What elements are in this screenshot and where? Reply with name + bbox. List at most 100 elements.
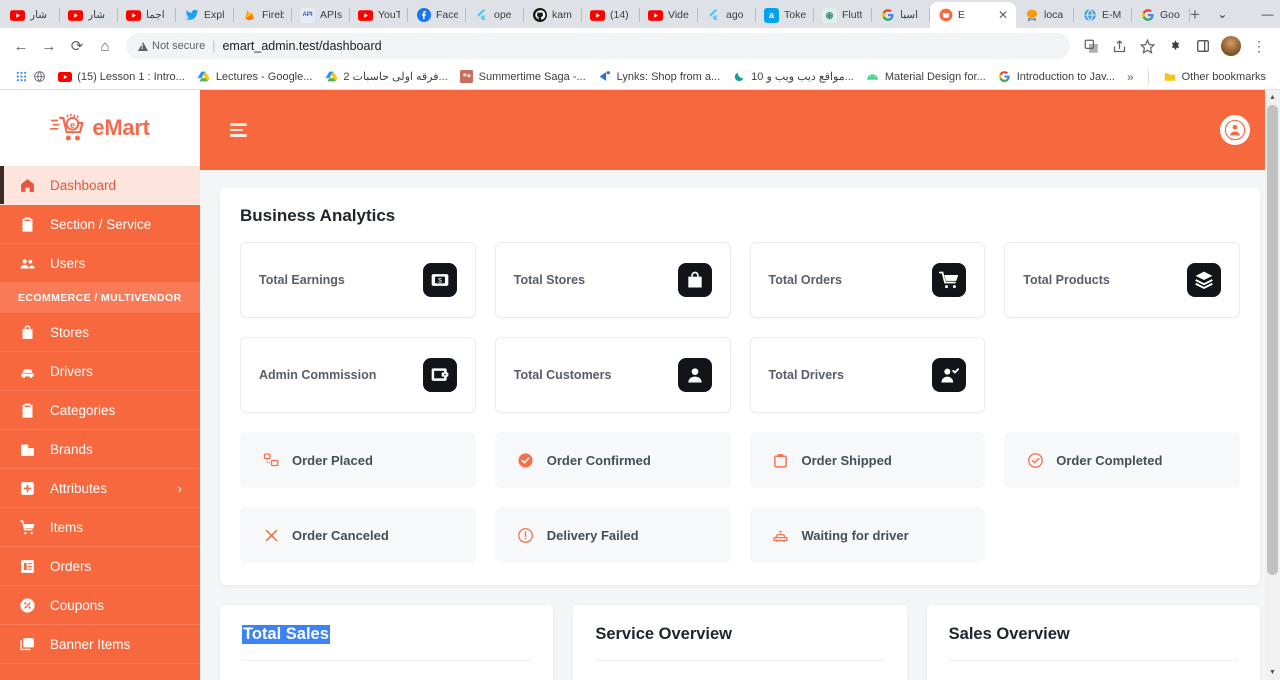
bookmark-star-icon[interactable]: [1134, 33, 1160, 59]
reload-button[interactable]: ⟳: [64, 33, 90, 59]
browser-tab[interactable]: ago: [698, 2, 756, 28]
browser-tab[interactable]: ◉ Flutt: [814, 2, 872, 28]
profile-avatar[interactable]: [1218, 33, 1244, 59]
stat-card[interactable]: Total Customers: [494, 337, 731, 413]
order-status-card[interactable]: Order Completed: [1004, 432, 1240, 488]
stat-card[interactable]: Total Products: [1004, 242, 1240, 318]
chrome-menu-kebab-icon[interactable]: ⋮: [1246, 33, 1272, 59]
not-secure-indicator[interactable]: Not secure: [138, 40, 205, 52]
browser-tab[interactable]: Expl: [176, 2, 234, 28]
tab-label: شار: [88, 9, 106, 21]
user-avatar-icon[interactable]: [1220, 115, 1250, 145]
sidebar-item-stores[interactable]: Stores: [0, 313, 200, 352]
cart-icon: [18, 518, 36, 536]
browser-tab[interactable]: (14): [582, 2, 640, 28]
flutter-icon: [474, 8, 489, 23]
forward-button[interactable]: →: [36, 33, 62, 59]
sidebar-item-attributes[interactable]: Attributes ›: [0, 469, 200, 508]
youtube-icon: [10, 8, 25, 23]
sidebar-item-items[interactable]: Items: [0, 508, 200, 547]
sidebar-item-dashboard[interactable]: Dashboard: [0, 166, 200, 205]
youtube-icon: [358, 8, 373, 23]
minimize-button[interactable]: —: [1245, 0, 1280, 28]
stat-card[interactable]: Total Orders: [749, 242, 986, 318]
bookmark-label: فرقه اولى حاسبات 2...: [343, 71, 448, 83]
translate-icon[interactable]: [1078, 33, 1104, 59]
share-icon[interactable]: [1106, 33, 1132, 59]
extensions-icon[interactable]: [1162, 33, 1188, 59]
sidebar-item-coupons[interactable]: Coupons: [0, 586, 200, 625]
other-bookmarks-folder[interactable]: Other bookmarks: [1157, 68, 1272, 86]
order-status-card[interactable]: Delivery Failed: [494, 507, 731, 563]
sidebar-item-drivers[interactable]: Drivers: [0, 352, 200, 391]
order-status-card[interactable]: Order Shipped: [749, 432, 986, 488]
tab-label: Fireb: [262, 9, 284, 21]
browser-tab[interactable]: ope: [466, 2, 524, 28]
stat-card[interactable]: Total Stores: [494, 242, 731, 318]
browser-tab[interactable]: pma loca: [1016, 2, 1074, 28]
page-scrollbar[interactable]: ▲ ▼: [1265, 90, 1280, 680]
browser-tab[interactable]: Goo: [1132, 2, 1190, 28]
scrollbar-track[interactable]: [1265, 105, 1280, 665]
bookmark-item[interactable]: Material Design for...: [860, 68, 992, 86]
back-button[interactable]: ←: [8, 33, 34, 59]
app-logo[interactable]: e eMart: [0, 90, 200, 166]
browser-tab[interactable]: شار: [2, 2, 60, 28]
browser-tab[interactable]: اسبا: [872, 2, 930, 28]
side-panel-icon[interactable]: [1190, 33, 1216, 59]
stat-card[interactable]: Total Earnings $: [240, 242, 476, 318]
order-status-card[interactable]: Waiting for driver: [749, 507, 986, 563]
browser-tab[interactable]: شار: [60, 2, 118, 28]
empty-slot: [1004, 507, 1240, 563]
bookmark-item[interactable]: Lectures - Google...: [191, 68, 319, 86]
apps-shortcut[interactable]: Apps: [8, 68, 26, 86]
browser-window: شار شار اجما Expl Fireb API APIs YouT Face ope kam…: [0, 0, 1280, 680]
bookmark-item[interactable]: 10 مواقع ديب ويب و...: [726, 68, 860, 86]
browser-tab[interactable]: Vide: [640, 2, 698, 28]
hamburger-icon[interactable]: [230, 123, 247, 137]
bookmark-item[interactable]: (15) Lesson 1 : Intro...: [52, 68, 191, 86]
github-icon: [532, 8, 547, 23]
bookmark-item[interactable]: Introduction to Jav...: [992, 68, 1121, 86]
browser-tab[interactable]: Face: [408, 2, 466, 28]
browser-tab[interactable]: اجما: [118, 2, 176, 28]
home-button[interactable]: ⌂: [92, 33, 118, 59]
browser-tab[interactable]: a Toke: [756, 2, 814, 28]
bookmark-item[interactable]: فرقه اولى حاسبات 2...: [318, 68, 453, 86]
overview-panel: Total Sales: [220, 605, 554, 680]
browser-tab[interactable]: E ✕: [930, 2, 1016, 28]
tab-label: Expl: [204, 9, 225, 21]
stat-card[interactable]: Admin Commission: [240, 337, 476, 413]
overview-panels-row: Total Sales Service Overview Sales Overvie…: [220, 605, 1260, 680]
sidebar-item-banner-items[interactable]: Banner Items: [0, 625, 200, 664]
tab-close-icon[interactable]: ✕: [998, 8, 1008, 22]
order-status-card[interactable]: Order Confirmed: [494, 432, 731, 488]
sidebar-item-brands[interactable]: Brands: [0, 430, 200, 469]
bookmarks-overflow-button[interactable]: »: [1121, 70, 1140, 84]
scroll-down-arrow[interactable]: ▼: [1265, 665, 1280, 680]
address-bar[interactable]: Not secure | emart_admin.test/dashboard: [126, 33, 1070, 59]
browser-tab[interactable]: API APIs: [292, 2, 350, 28]
sidebar-item-orders[interactable]: Orders: [0, 547, 200, 586]
minimize-to-tray-button[interactable]: ⌄: [1200, 0, 1245, 28]
scroll-up-arrow[interactable]: ▲: [1265, 90, 1280, 105]
order-status-card[interactable]: Order Canceled: [240, 507, 476, 563]
browser-tab[interactable]: E-M: [1074, 2, 1132, 28]
scrollbar-thumb[interactable]: [1267, 105, 1278, 575]
browser-tab[interactable]: YouT: [350, 2, 408, 28]
bookmarks-right: » Other bookmarks: [1121, 68, 1272, 86]
bookmark-item[interactable]: [26, 68, 52, 86]
sidebar-item-users[interactable]: Users: [0, 244, 200, 283]
browser-tab[interactable]: kam: [524, 2, 582, 28]
new-tab-button[interactable]: +: [1190, 2, 1200, 28]
sidebar-item-categories[interactable]: Categories: [0, 391, 200, 430]
browser-tab[interactable]: Fireb: [234, 2, 292, 28]
tab-label: شار: [30, 9, 48, 21]
bookmark-item[interactable]: Summertime Saga -...: [454, 68, 592, 86]
stat-label: Total Stores: [513, 273, 586, 287]
bookmark-item[interactable]: Lynks: Shop from a...: [592, 68, 727, 86]
tab-label: اجما: [146, 9, 165, 21]
stat-card[interactable]: Total Drivers: [749, 337, 986, 413]
order-status-card[interactable]: Order Placed: [240, 432, 476, 488]
sidebar-item-section-service[interactable]: Section / Service: [0, 205, 200, 244]
